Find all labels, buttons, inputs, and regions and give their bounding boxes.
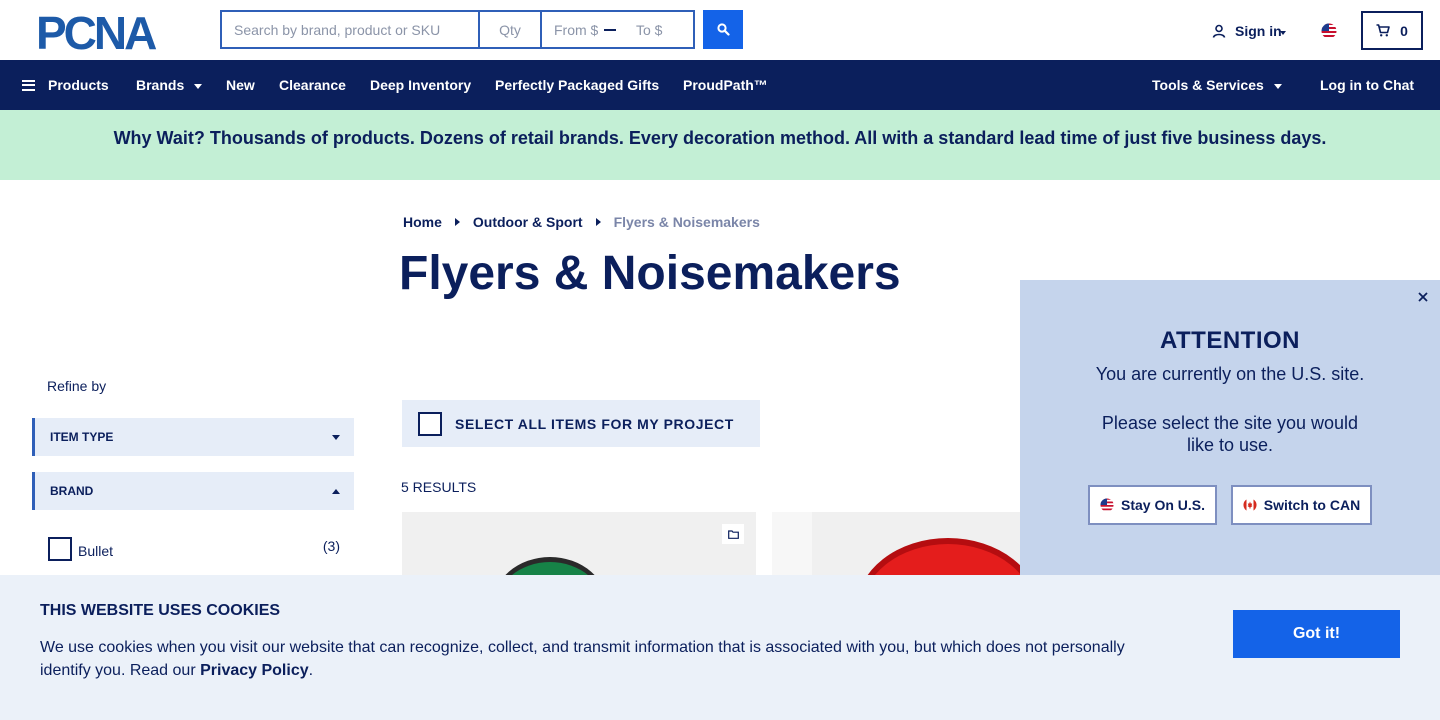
brand-option-label: Bullet bbox=[78, 542, 114, 559]
nav-new[interactable]: New bbox=[226, 60, 255, 110]
close-icon[interactable] bbox=[1416, 290, 1430, 304]
cookie-text-end: . bbox=[308, 662, 314, 679]
product-image[interactable] bbox=[402, 512, 756, 582]
nav-chat-login-label: Log in to Chat bbox=[1320, 77, 1415, 93]
nav-clearance[interactable]: Clearance bbox=[279, 60, 346, 110]
product-card[interactable] bbox=[772, 512, 1020, 582]
caret-right-icon bbox=[595, 218, 601, 226]
cart-count: 0 bbox=[1400, 22, 1408, 39]
attention-message: You are currently on the U.S. site. bbox=[1095, 364, 1365, 384]
us-flag-icon[interactable] bbox=[1321, 23, 1337, 39]
switch-can-button[interactable]: Switch to CAN bbox=[1231, 485, 1372, 525]
cookie-title: THIS WEBSITE USES COOKIES bbox=[40, 602, 281, 619]
results-count: 5 RESULTS bbox=[401, 479, 477, 495]
sign-in-menu[interactable]: Sign in bbox=[1212, 20, 1286, 42]
qty-input[interactable] bbox=[480, 12, 540, 47]
nav-packaged-gifts-label: Perfectly Packaged Gifts bbox=[495, 77, 660, 93]
breadcrumb: Home Outdoor & Sport Flyers & Noisemaker… bbox=[403, 214, 760, 230]
select-all-items[interactable]: SELECT ALL ITEMS FOR MY PROJECT bbox=[402, 400, 760, 447]
nav-proudpath[interactable]: ProudPath™ bbox=[683, 60, 768, 110]
attention-title: ATTENTION bbox=[1159, 327, 1301, 354]
caret-down-icon bbox=[1279, 30, 1286, 35]
breadcrumb-home[interactable]: Home bbox=[403, 214, 442, 230]
price-range bbox=[540, 10, 695, 49]
site-selection-popup: ATTENTION You are currently on the U.S. … bbox=[1020, 280, 1440, 575]
facet-item-type-label: ITEM TYPE bbox=[50, 430, 114, 444]
breadcrumb-current: Flyers & Noisemakers bbox=[613, 214, 760, 230]
switch-can-label: Switch to CAN bbox=[1263, 497, 1361, 513]
qty-box bbox=[478, 10, 540, 49]
stay-us-label: Stay On U.S. bbox=[1120, 497, 1206, 513]
nav-packaged-gifts[interactable]: Perfectly Packaged Gifts bbox=[495, 60, 659, 110]
nav-chat-login[interactable]: Log in to Chat bbox=[1320, 60, 1414, 110]
menu-icon bbox=[22, 79, 35, 91]
nav-new-label: New bbox=[226, 77, 255, 93]
promo-text: Why Wait? Thousands of products. Dozens … bbox=[113, 127, 1327, 148]
nav-brands[interactable]: Brands bbox=[136, 60, 203, 110]
nav-clearance-label: Clearance bbox=[279, 77, 346, 93]
attention-question: Please select the site you would like to… bbox=[1101, 413, 1359, 455]
breadcrumb-category[interactable]: Outdoor & Sport bbox=[473, 214, 583, 230]
logo-text: PCNA bbox=[36, 12, 156, 52]
nav-proudpath-label: ProudPath™ bbox=[683, 77, 768, 93]
sign-in-label: Sign in bbox=[1235, 23, 1282, 39]
cookie-text: We use cookies when you visit our websit… bbox=[40, 636, 1150, 682]
nav-deep-inventory[interactable]: Deep Inventory bbox=[370, 60, 471, 110]
cookie-accept-button[interactable]: Got it! bbox=[1233, 610, 1400, 658]
privacy-policy-link[interactable]: Privacy Policy bbox=[200, 662, 309, 679]
price-to-input[interactable] bbox=[624, 21, 680, 38]
nav-products-label: Products bbox=[48, 77, 109, 93]
product-image[interactable] bbox=[772, 512, 1020, 582]
select-all-label: SELECT ALL ITEMS FOR MY PROJECT bbox=[455, 415, 734, 432]
search-icon bbox=[716, 23, 730, 36]
refine-label: Refine by bbox=[47, 378, 107, 394]
nav-deep-inventory-label: Deep Inventory bbox=[370, 77, 472, 93]
brand-checkbox[interactable] bbox=[48, 537, 72, 561]
stay-us-button[interactable]: Stay On U.S. bbox=[1088, 485, 1217, 525]
cart-icon bbox=[1376, 24, 1390, 37]
folder-icon bbox=[727, 529, 739, 539]
pcna-logo[interactable]: PCNA bbox=[36, 12, 186, 52]
promo-banner: Why Wait? Thousands of products. Dozens … bbox=[0, 110, 1440, 180]
nav-tools-services[interactable]: Tools & Services bbox=[1152, 60, 1282, 110]
facet-item-type[interactable]: ITEM TYPE bbox=[32, 418, 354, 456]
nav-brands-label: Brands bbox=[136, 77, 185, 93]
brand-option-count: (3) bbox=[322, 538, 340, 554]
main-nav: Products Brands New Clearance Deep Inven… bbox=[0, 60, 1440, 110]
page-title: Flyers & Noisemakers bbox=[399, 247, 901, 300]
user-icon bbox=[1212, 24, 1226, 38]
search-button[interactable] bbox=[703, 10, 743, 49]
nav-products[interactable]: Products bbox=[22, 60, 109, 110]
product-card[interactable] bbox=[402, 512, 756, 582]
chevron-down-icon bbox=[332, 434, 340, 440]
facet-brand[interactable]: BRAND bbox=[32, 472, 354, 510]
brand-option-bullet[interactable]: Bullet (3) bbox=[48, 537, 340, 561]
price-range-dash bbox=[604, 28, 616, 31]
us-flag-icon bbox=[1100, 498, 1114, 512]
price-from-input[interactable] bbox=[542, 21, 598, 38]
canada-flag-icon bbox=[1243, 498, 1257, 512]
search-input[interactable] bbox=[222, 21, 478, 38]
caret-down-icon bbox=[194, 83, 203, 89]
chevron-up-icon bbox=[332, 488, 340, 494]
top-header: PCNA Sign in bbox=[0, 0, 1440, 60]
select-all-checkbox[interactable] bbox=[418, 411, 442, 436]
caret-right-icon bbox=[454, 218, 460, 226]
cookie-banner: THIS WEBSITE USES COOKIES We use cookies… bbox=[0, 575, 1440, 720]
facet-brand-label: BRAND bbox=[50, 484, 94, 498]
search-box bbox=[220, 10, 478, 49]
caret-down-icon bbox=[1273, 83, 1282, 89]
nav-tools-services-label: Tools & Services bbox=[1152, 77, 1264, 93]
cart-button[interactable]: 0 bbox=[1361, 11, 1423, 50]
add-to-project-icon[interactable] bbox=[722, 524, 744, 544]
